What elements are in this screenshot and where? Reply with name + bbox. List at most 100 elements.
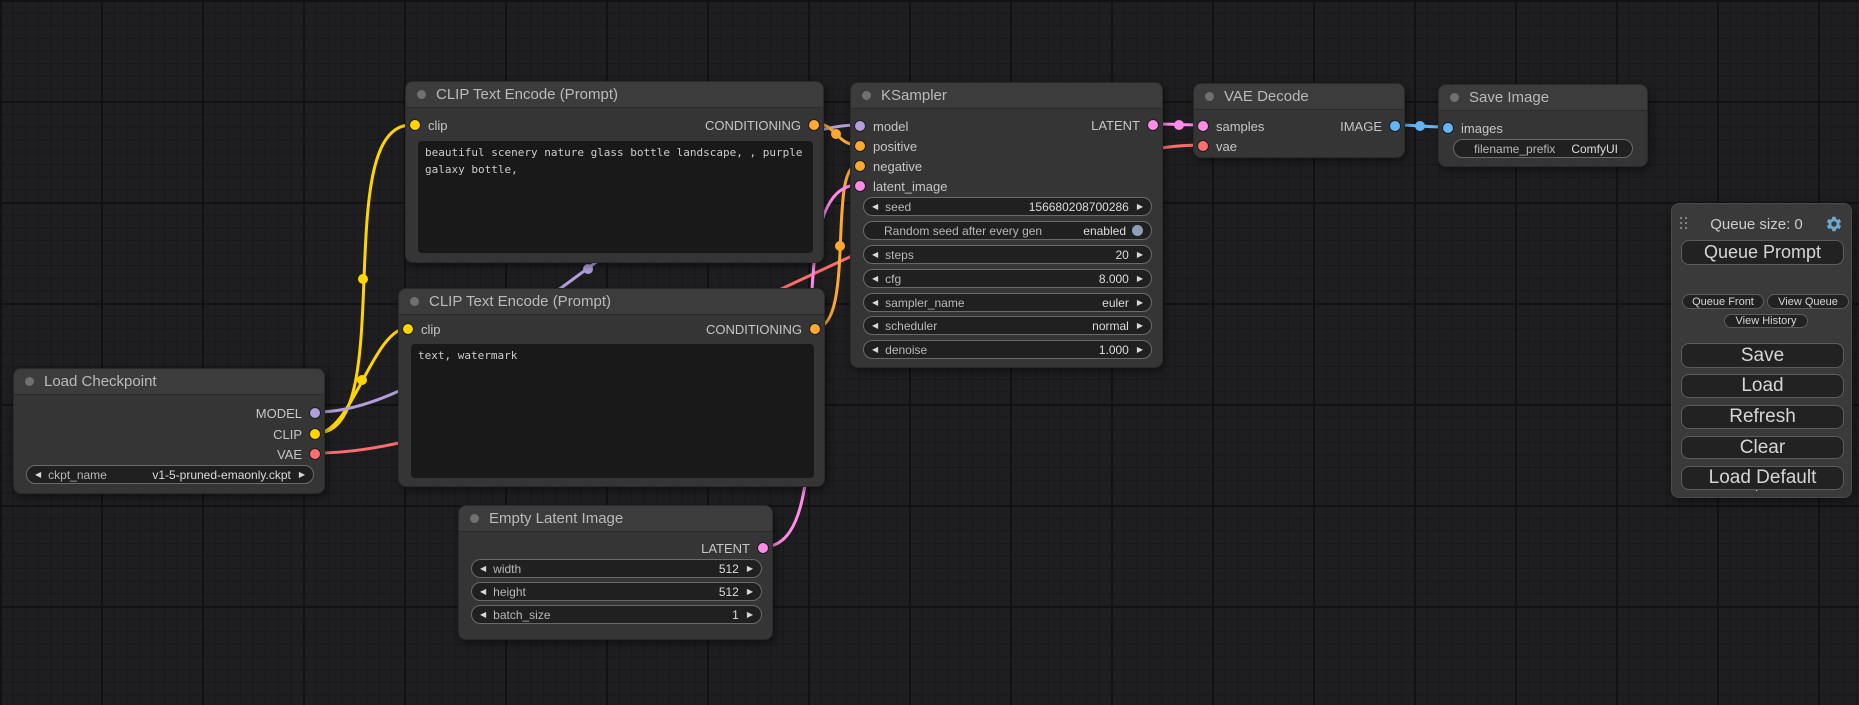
widget-value: euler — [1102, 296, 1129, 310]
decrement-arrow-icon[interactable]: ◀ — [872, 275, 878, 283]
queue-size-label: Queue size: 0 — [1688, 216, 1825, 233]
save-button[interactable]: Save — [1681, 343, 1844, 368]
widget-value: 156680208700286 — [1029, 200, 1129, 214]
output-port-model[interactable] — [310, 408, 320, 418]
negative-prompt-textarea[interactable]: text, watermark — [411, 344, 814, 478]
widget-value: enabled — [1083, 224, 1126, 238]
input-port-latent-image[interactable] — [855, 181, 865, 191]
input-port-negative[interactable] — [855, 161, 865, 171]
toggle-dot-icon[interactable] — [1132, 225, 1143, 236]
node-empty-latent-image[interactable]: Empty Latent Image LATENT ◀ width 512 ▶ … — [458, 505, 773, 640]
increment-arrow-icon[interactable]: ▶ — [299, 471, 305, 479]
input-port-vae[interactable] — [1198, 141, 1208, 151]
widget-value: 8.000 — [1099, 272, 1129, 286]
node-title-bar[interactable]: VAE Decode — [1194, 84, 1404, 110]
collapse-dot-icon[interactable] — [417, 90, 426, 99]
cfg-widget[interactable]: ◀ cfg 8.000 ▶ — [863, 269, 1152, 288]
collapse-dot-icon[interactable] — [25, 377, 34, 386]
output-port-conditioning[interactable] — [809, 120, 819, 130]
increment-arrow-icon[interactable]: ▶ — [1137, 275, 1143, 283]
output-port-latent[interactable] — [758, 543, 768, 553]
widget-value: 20 — [1115, 248, 1128, 262]
ckpt-name-widget[interactable]: ◀ ckpt_name v1-5-pruned-emaonly.ckpt ▶ — [26, 465, 314, 484]
output-port-conditioning[interactable] — [810, 324, 820, 334]
output-port-image[interactable] — [1390, 121, 1400, 131]
node-save-image[interactable]: Save Image images filename_prefix ComfyU… — [1438, 84, 1648, 167]
settings-gear-icon[interactable] — [1825, 215, 1843, 233]
random-seed-toggle-widget[interactable]: Random seed after every gen enabled — [863, 221, 1152, 240]
input-label: negative — [873, 159, 922, 174]
decrement-arrow-icon[interactable]: ◀ — [872, 322, 878, 330]
increment-arrow-icon[interactable]: ▶ — [1137, 203, 1143, 211]
refresh-button[interactable]: Refresh — [1681, 405, 1844, 429]
increment-arrow-icon[interactable]: ▶ — [747, 611, 753, 619]
node-title-bar[interactable]: CLIP Text Encode (Prompt) — [406, 82, 823, 108]
filename-prefix-widget[interactable]: filename_prefix ComfyUI — [1453, 139, 1633, 158]
queue-prompt-button[interactable]: Queue Prompt — [1681, 240, 1844, 265]
node-load-checkpoint[interactable]: Load Checkpoint MODEL CLIP VAE ◀ ckpt_na… — [13, 368, 325, 494]
widget-value: 512 — [719, 585, 739, 599]
widget-label: filename_prefix — [1474, 142, 1555, 156]
decrement-arrow-icon[interactable]: ◀ — [480, 565, 486, 573]
node-title-bar[interactable]: Save Image — [1439, 85, 1647, 111]
collapse-dot-icon[interactable] — [1450, 93, 1459, 102]
increment-arrow-icon[interactable]: ▶ — [1137, 251, 1143, 259]
collapse-dot-icon[interactable] — [470, 514, 479, 523]
increment-arrow-icon[interactable]: ▶ — [747, 588, 753, 596]
link-midpoint-dot — [835, 241, 845, 251]
output-label: LATENT — [1091, 118, 1140, 133]
batch-size-widget[interactable]: ◀ batch_size 1 ▶ — [471, 605, 762, 624]
view-queue-button[interactable]: View Queue — [1767, 294, 1849, 309]
load-default-button[interactable]: Load Default — [1681, 466, 1844, 490]
output-label: CONDITIONING — [705, 118, 801, 133]
node-graph-canvas[interactable]: Load Checkpoint MODEL CLIP VAE ◀ ckpt_na… — [0, 0, 1859, 705]
input-port-positive[interactable] — [855, 141, 865, 151]
decrement-arrow-icon[interactable]: ◀ — [872, 251, 878, 259]
load-button[interactable]: Load — [1681, 374, 1844, 398]
node-title: KSampler — [881, 87, 947, 104]
output-label: VAE — [277, 447, 302, 462]
node-title-bar[interactable]: KSampler — [851, 83, 1162, 109]
seed-widget[interactable]: ◀ seed 156680208700286 ▶ — [863, 197, 1152, 216]
widget-value: ComfyUI — [1571, 142, 1618, 156]
output-port-clip[interactable] — [310, 429, 320, 439]
denoise-widget[interactable]: ◀ denoise 1.000 ▶ — [863, 340, 1152, 359]
input-label: vae — [1216, 139, 1237, 154]
positive-prompt-textarea[interactable]: beautiful scenery nature glass bottle la… — [418, 141, 813, 253]
widget-value: 1.000 — [1099, 343, 1129, 357]
node-vae-decode[interactable]: VAE Decode samples IMAGE vae — [1193, 83, 1405, 158]
collapse-dot-icon[interactable] — [1205, 92, 1214, 101]
queue-front-button[interactable]: Queue Front — [1682, 294, 1764, 309]
input-label: images — [1461, 121, 1503, 136]
increment-arrow-icon[interactable]: ▶ — [1137, 346, 1143, 354]
decrement-arrow-icon[interactable]: ◀ — [35, 471, 41, 479]
decrement-arrow-icon[interactable]: ◀ — [872, 346, 878, 354]
node-ksampler[interactable]: KSampler model LATENT positive negative … — [850, 82, 1163, 368]
link-midpoint-dot — [1174, 120, 1184, 130]
height-widget[interactable]: ◀ height 512 ▶ — [471, 582, 762, 601]
decrement-arrow-icon[interactable]: ◀ — [872, 299, 878, 307]
output-port-latent[interactable] — [1148, 120, 1158, 130]
collapse-dot-icon[interactable] — [862, 91, 871, 100]
increment-arrow-icon[interactable]: ▶ — [1137, 299, 1143, 307]
node-clip-text-encode-positive[interactable]: CLIP Text Encode (Prompt) clip CONDITION… — [405, 81, 824, 263]
node-title-bar[interactable]: Empty Latent Image — [459, 506, 772, 532]
sampler-name-widget[interactable]: ◀ sampler_name euler ▶ — [863, 293, 1152, 312]
node-title-bar[interactable]: CLIP Text Encode (Prompt) — [399, 289, 824, 315]
decrement-arrow-icon[interactable]: ◀ — [480, 588, 486, 596]
width-widget[interactable]: ◀ width 512 ▶ — [471, 559, 762, 578]
drag-handle-icon[interactable] — [1680, 217, 1688, 231]
input-port-images[interactable] — [1443, 123, 1453, 133]
view-history-button[interactable]: View History — [1724, 314, 1808, 328]
node-clip-text-encode-negative[interactable]: CLIP Text Encode (Prompt) clip CONDITION… — [398, 288, 825, 487]
clear-button[interactable]: Clear — [1681, 436, 1844, 459]
increment-arrow-icon[interactable]: ▶ — [1137, 322, 1143, 330]
steps-widget[interactable]: ◀ steps 20 ▶ — [863, 245, 1152, 264]
scheduler-widget[interactable]: ◀ scheduler normal ▶ — [863, 316, 1152, 335]
decrement-arrow-icon[interactable]: ◀ — [872, 203, 878, 211]
decrement-arrow-icon[interactable]: ◀ — [480, 611, 486, 619]
output-port-vae[interactable] — [310, 449, 320, 459]
node-title-bar[interactable]: Load Checkpoint — [14, 369, 324, 395]
collapse-dot-icon[interactable] — [410, 297, 419, 306]
increment-arrow-icon[interactable]: ▶ — [747, 565, 753, 573]
